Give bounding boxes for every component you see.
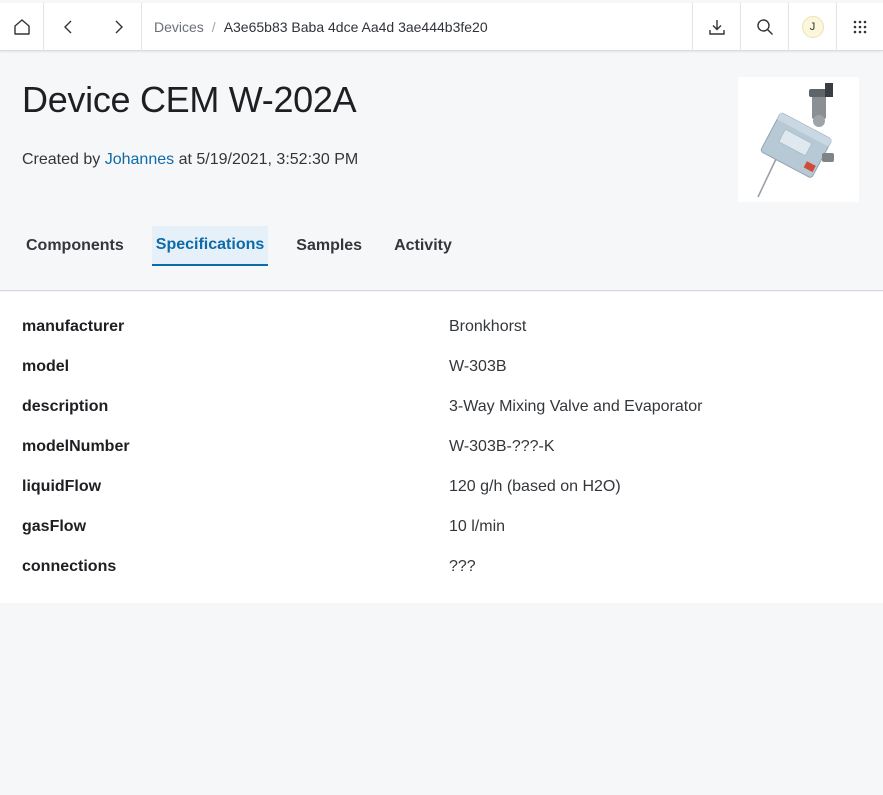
breadcrumb-separator: / bbox=[211, 18, 216, 35]
tab-samples[interactable]: Samples bbox=[292, 226, 366, 266]
breadcrumb: Devices / A3e65b83 Baba 4dce Aa4d 3ae444… bbox=[142, 19, 692, 35]
apps-menu-button[interactable] bbox=[836, 2, 883, 51]
forward-icon bbox=[115, 20, 123, 33]
spec-value: W-303B-???-K bbox=[449, 438, 555, 455]
download-button[interactable] bbox=[692, 2, 740, 51]
forward-button[interactable] bbox=[94, 2, 142, 51]
spec-value: 3-Way Mixing Valve and Evaporator bbox=[449, 398, 703, 415]
avatar: J bbox=[801, 15, 824, 38]
back-button[interactable] bbox=[44, 3, 94, 51]
spec-key: connections bbox=[22, 558, 117, 575]
spec-value: 120 g/h (based on H2O) bbox=[449, 478, 621, 495]
device-image bbox=[738, 77, 859, 202]
tab-activity[interactable]: Activity bbox=[390, 226, 456, 266]
apps-grid-icon bbox=[853, 20, 867, 33]
created-info: Created by Johannes at 5/19/2021, 3:52:3… bbox=[22, 151, 358, 169]
spec-value: W-303B bbox=[449, 358, 507, 375]
created-by-user-link[interactable]: Johannes bbox=[105, 151, 174, 168]
spec-key: manufacturer bbox=[22, 318, 125, 335]
spec-key: modelNumber bbox=[22, 438, 130, 455]
home-icon bbox=[13, 18, 30, 35]
spec-row: liquidFlow 120 g/h (based on H2O) bbox=[0, 467, 883, 507]
spec-key: description bbox=[22, 398, 109, 415]
home-button[interactable] bbox=[0, 2, 44, 51]
spec-key: model bbox=[22, 358, 70, 375]
breadcrumb-devices-link[interactable]: Devices bbox=[154, 19, 204, 35]
spec-value: ??? bbox=[449, 558, 476, 575]
search-button[interactable] bbox=[740, 2, 788, 51]
spec-row: description 3-Way Mixing Valve and Evapo… bbox=[0, 387, 883, 427]
breadcrumb-current: A3e65b83 Baba 4dce Aa4d 3ae444b3fe20 bbox=[223, 18, 488, 35]
page-header: Device CEM W-202A Created by Johannes at… bbox=[0, 51, 883, 291]
download-icon bbox=[708, 19, 725, 35]
spec-key: gasFlow bbox=[22, 518, 87, 535]
spec-row: connections ??? bbox=[0, 547, 883, 587]
device-illustration bbox=[738, 77, 859, 202]
spec-key: liquidFlow bbox=[22, 478, 102, 495]
search-icon bbox=[756, 18, 773, 35]
spec-row: modelNumber W-303B-???-K bbox=[0, 427, 883, 467]
spec-row: model W-303B bbox=[0, 347, 883, 387]
top-navigation-bar: Devices / A3e65b83 Baba 4dce Aa4d 3ae444… bbox=[0, 2, 883, 51]
specifications-table: manufacturer Bronkhorst model W-303B des… bbox=[0, 292, 883, 603]
tab-bar: Components Specifications Samples Activi… bbox=[22, 226, 480, 266]
spec-value: 10 l/min bbox=[449, 518, 506, 535]
page-title: Device CEM W-202A bbox=[22, 79, 357, 120]
created-timestamp: at 5/19/2021, 3:52:30 PM bbox=[178, 151, 359, 168]
created-prefix: Created by bbox=[22, 151, 101, 168]
spec-row: manufacturer Bronkhorst bbox=[0, 307, 883, 347]
spec-value: Bronkhorst bbox=[449, 318, 527, 335]
spec-row: gasFlow 10 l/min bbox=[0, 507, 883, 547]
tab-components[interactable]: Components bbox=[22, 226, 128, 266]
toolbar-actions: J bbox=[692, 2, 883, 51]
back-icon bbox=[64, 20, 72, 33]
tab-specifications[interactable]: Specifications bbox=[151, 226, 269, 266]
user-menu-button[interactable]: J bbox=[788, 2, 836, 51]
